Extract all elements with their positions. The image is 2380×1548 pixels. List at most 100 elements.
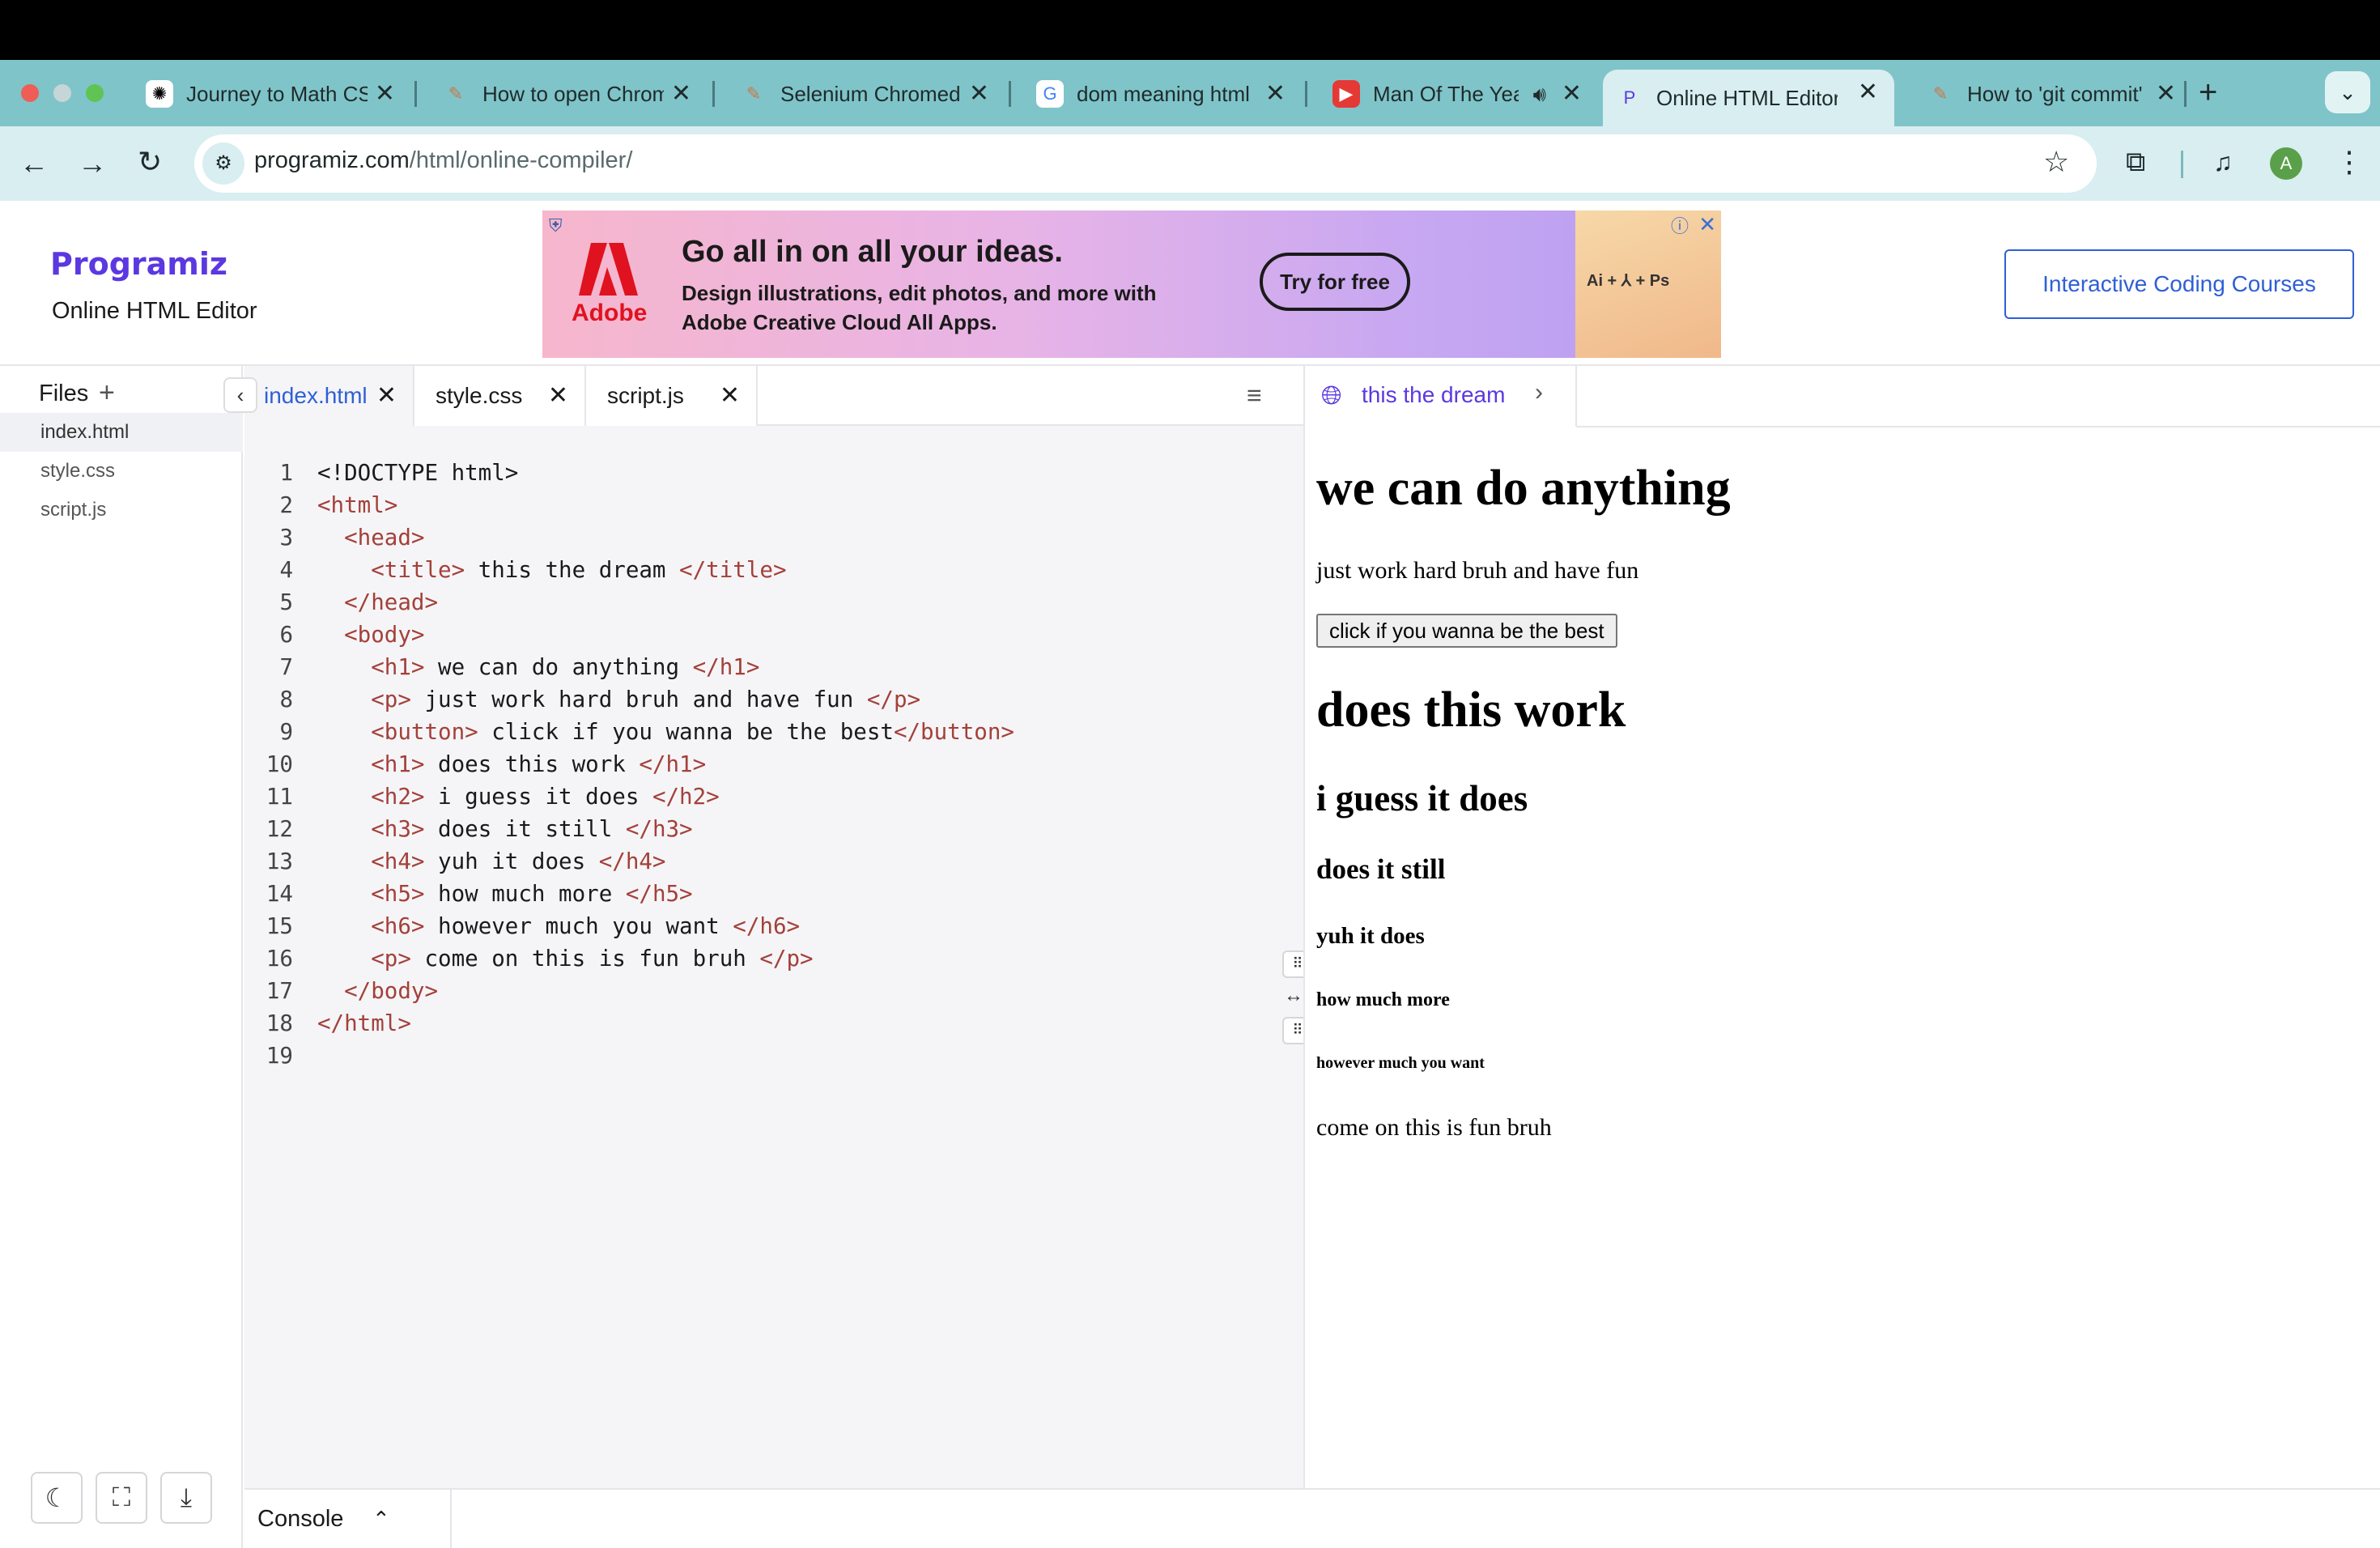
line-source: <p> just work hard bruh and have fun </p… — [317, 683, 920, 716]
new-tab-button[interactable]: + — [2199, 76, 2217, 108]
site-info-icon[interactable]: ⚙ — [202, 142, 244, 185]
tab-style-css[interactable]: style.css ✕ — [414, 366, 586, 426]
file-item-style[interactable]: style.css — [0, 452, 243, 491]
bookmark-star-icon[interactable]: ☆ — [2043, 146, 2069, 178]
speaker-icon[interactable]: 🔊︎ — [1533, 78, 1546, 110]
close-tab-icon[interactable]: ✕ — [2156, 78, 2176, 110]
tab-title: Selenium Chromedr — [780, 81, 962, 106]
collapse-sidebar-button[interactable]: ‹ — [223, 377, 257, 413]
line-source: <h5> how much more </h5> — [317, 878, 692, 910]
line-number: 15 — [266, 913, 293, 939]
extensions-icon[interactable]: ⧉ — [2126, 146, 2145, 178]
files-heading: Files — [39, 381, 89, 406]
tab-title: How to open Chrom — [482, 81, 664, 106]
html-tag-open: <button> — [371, 719, 478, 745]
console-label: Console — [257, 1506, 344, 1532]
programiz-logo[interactable]: Programiz — [50, 246, 227, 282]
browser-menu-icon[interactable]: ⋮ — [2335, 146, 2364, 178]
html-tag-open: </head> — [344, 589, 439, 615]
reload-icon[interactable]: ↻ — [138, 146, 162, 178]
interactive-courses-button[interactable]: Interactive Coding Courses — [2004, 249, 2354, 319]
url-text[interactable]: programiz.com/html/online-compiler/ — [254, 147, 632, 174]
console-toggle[interactable]: Console ⌃ — [244, 1488, 452, 1548]
programiz-icon: P — [1623, 87, 1636, 108]
html-tag-open: <h6> — [371, 913, 425, 939]
resize-icon[interactable]: ↔ — [1284, 985, 1303, 1007]
avatar[interactable]: A — [2270, 147, 2302, 180]
file-item-script[interactable]: script.js — [0, 491, 243, 529]
line-source: </head> — [317, 586, 438, 619]
preview-h3: does it still — [1316, 853, 1446, 885]
line-source: <h4> yuh it does </h4> — [317, 845, 665, 878]
html-tag-open: <body> — [344, 622, 425, 648]
tab-label: style.css — [436, 383, 523, 408]
browser-tab[interactable]: ✎ Selenium Chromedr ✕ — [727, 71, 1005, 117]
close-tab-icon[interactable]: ✕ — [1265, 78, 1286, 110]
ad-banner[interactable]: ⛨ Adobe Go all in on all your ideas. Des… — [542, 211, 1721, 358]
browser-tab[interactable]: 🔊︎ ▶ Man Of The Yea ✕ — [1320, 71, 1598, 117]
html-tag-close: </title> — [679, 557, 787, 583]
tab-script-js[interactable]: script.js ✕ — [586, 366, 758, 426]
browser-tab[interactable]: ✺ Journey to Math CS ✕ — [133, 71, 411, 117]
tab-index-html[interactable]: index.html ✕ — [244, 366, 414, 426]
html-tag-open: </html> — [317, 1010, 411, 1036]
shield-icon: ⛨ — [549, 215, 563, 236]
preview-button[interactable]: click if you wanna be the best — [1316, 614, 1617, 648]
chevron-right-icon[interactable]: › — [1535, 379, 1543, 406]
close-icon[interactable]: ✕ — [720, 366, 740, 426]
html-tag-close: </h6> — [733, 913, 801, 939]
browser-tab[interactable]: Gdom meaning html ✕ — [1023, 71, 1302, 117]
html-tag-close: </h1> — [639, 751, 707, 777]
html-tag-open: <p> — [371, 687, 411, 712]
browser-tab[interactable]: ✎ How to open Chrom ✕ — [429, 71, 708, 117]
close-tab-icon[interactable]: ✕ — [969, 78, 989, 110]
add-file-button[interactable]: + — [99, 377, 115, 409]
line-number: 16 — [266, 946, 293, 972]
close-tab-icon[interactable]: ✕ — [375, 78, 395, 110]
close-icon[interactable]: ✕ — [376, 366, 397, 426]
preview-tab-title: this the dream — [1362, 382, 1506, 407]
forward-icon[interactable]: → — [78, 147, 107, 180]
line-number: 14 — [266, 881, 293, 907]
close-icon[interactable]: ✕ — [548, 366, 568, 426]
ad-try-button[interactable]: Try for free — [1260, 253, 1410, 311]
back-icon[interactable]: ← — [19, 147, 49, 180]
globe-icon: 🌐︎ — [1321, 381, 1342, 410]
zoom-window-button[interactable] — [86, 84, 104, 102]
info-icon[interactable]: ⓘ — [1671, 212, 1689, 238]
chevron-up-icon: ⌃ — [372, 1507, 390, 1531]
line-source: <h2> i guess it does </h2> — [317, 780, 720, 813]
preview-tab-divider — [1577, 426, 2380, 427]
close-window-button[interactable] — [21, 84, 39, 102]
close-tab-icon[interactable]: ✕ — [1562, 78, 1582, 110]
tab-search-button[interactable]: ⌄ — [2325, 71, 2370, 113]
line-source: <html> — [317, 489, 397, 521]
line-source: <body> — [317, 619, 424, 651]
html-text: this the dream — [465, 557, 680, 583]
preview-h4: yuh it does — [1316, 923, 1425, 949]
download-icon[interactable]: ⤓ — [160, 1472, 212, 1524]
format-code-icon[interactable]: ≡ — [1247, 381, 1262, 410]
browser-tab[interactable]: P Online HTML Editor ✕ — [1603, 70, 1894, 126]
file-item-index[interactable]: index.html — [0, 413, 243, 452]
minimize-window-button[interactable] — [53, 84, 71, 102]
html-tag-close: </h3> — [625, 816, 693, 842]
fullscreen-icon[interactable]: ⛶ — [96, 1472, 147, 1524]
line-source: <h1> we can do anything </h1> — [317, 651, 759, 683]
dark-mode-icon[interactable]: ☾ — [31, 1472, 83, 1524]
close-icon[interactable]: ✕ — [1698, 212, 1716, 237]
close-tab-icon[interactable]: ✕ — [671, 78, 691, 110]
files-sidebar — [0, 366, 243, 1548]
browser-tab[interactable]: ✎ How to 'git commit' ✕ — [1914, 71, 2192, 117]
preview-h5: how much more — [1316, 989, 1450, 1010]
tab-title: How to 'git commit' — [1967, 81, 2143, 106]
close-tab-icon[interactable]: ✕ — [1858, 76, 1878, 108]
console-panel — [244, 1488, 2380, 1548]
line-number: 4 — [279, 557, 293, 583]
media-control-icon[interactable]: ♫ — [2213, 146, 2233, 178]
line-number: 17 — [266, 978, 293, 1004]
